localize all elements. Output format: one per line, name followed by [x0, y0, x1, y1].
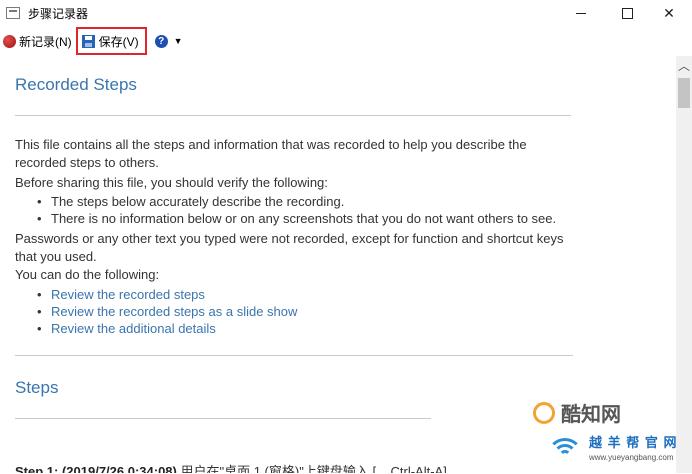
save-label: 保存(V): [98, 34, 139, 49]
step-1-label: Step 1: (2019/7/26 0:34:08): [15, 464, 177, 473]
new-record-label: 新记录(N): [19, 34, 72, 49]
new-record-button[interactable]: 新记录(N): [3, 27, 72, 55]
watermark-site: 越 羊 帮 官 网 www.yueyangbang.com: [545, 432, 677, 470]
scroll-up-icon[interactable]: ︿: [676, 56, 692, 74]
intro-text: This file contains all the steps and inf…: [15, 137, 527, 170]
save-button[interactable]: 保存(V): [75, 27, 147, 55]
watermark-brand-text: 酷知网: [561, 402, 621, 426]
title-bar: 步骤记录器 ✕: [0, 0, 692, 26]
help-button[interactable]: ? ▼: [154, 27, 183, 55]
minimize-button[interactable]: [558, 0, 604, 26]
divider: [15, 115, 571, 116]
watermark-brand: 酷知网: [533, 398, 621, 427]
wifi-logo-icon: [545, 432, 585, 470]
close-button[interactable]: ✕: [646, 0, 692, 26]
list-item: There is no information below or on any …: [37, 210, 556, 227]
review-links: Review the recorded steps Review the rec…: [15, 286, 297, 337]
maximize-icon: [621, 7, 633, 19]
window-title: 步骤记录器: [28, 6, 89, 21]
do-following-text: You can do the following:: [15, 267, 160, 282]
close-icon: ✕: [663, 4, 675, 21]
watermark-site-text: 越 羊 帮 官 网: [589, 435, 678, 450]
steps-heading: Steps: [15, 378, 59, 397]
verify-intro-text: Before sharing this file, you should ver…: [15, 175, 328, 190]
link-additional-details[interactable]: Review the additional details: [37, 320, 297, 337]
maximize-button[interactable]: [604, 0, 650, 26]
record-icon: [3, 34, 16, 48]
help-icon: ?: [154, 34, 168, 48]
step-1-text: Step 1: (2019/7/26 0:34:08) 用户在"桌面 1 (窗格…: [15, 461, 447, 473]
link-review-steps[interactable]: Review the recorded steps: [37, 286, 297, 303]
floppy-disk-icon: [81, 34, 95, 48]
vertical-scrollbar[interactable]: ︿: [676, 56, 692, 473]
watermark-url: www.yueyangbang.com: [589, 453, 674, 462]
chevron-down-icon[interactable]: ▼: [174, 36, 183, 46]
divider: [15, 418, 431, 419]
recorded-steps-heading: Recorded Steps: [15, 75, 137, 94]
step-1-description: 用户在"桌面 1 (窗格)"上键盘输入 [... Ctrl-Alt-A]: [176, 464, 447, 473]
scroll-thumb[interactable]: [678, 78, 690, 108]
divider: [15, 355, 573, 356]
toolbar: 新记录(N) 保存(V) ? ▼: [0, 26, 692, 56]
window-app-icon: [6, 7, 20, 19]
verify-list: The steps below accurately describe the …: [15, 193, 556, 227]
watermark-logo-icon: [533, 401, 555, 424]
list-item: The steps below accurately describe the …: [37, 193, 556, 210]
minimize-icon: [576, 12, 586, 14]
passwords-note: Passwords or any other text you typed we…: [15, 231, 564, 264]
link-slide-show[interactable]: Review the recorded steps as a slide sho…: [37, 303, 297, 320]
